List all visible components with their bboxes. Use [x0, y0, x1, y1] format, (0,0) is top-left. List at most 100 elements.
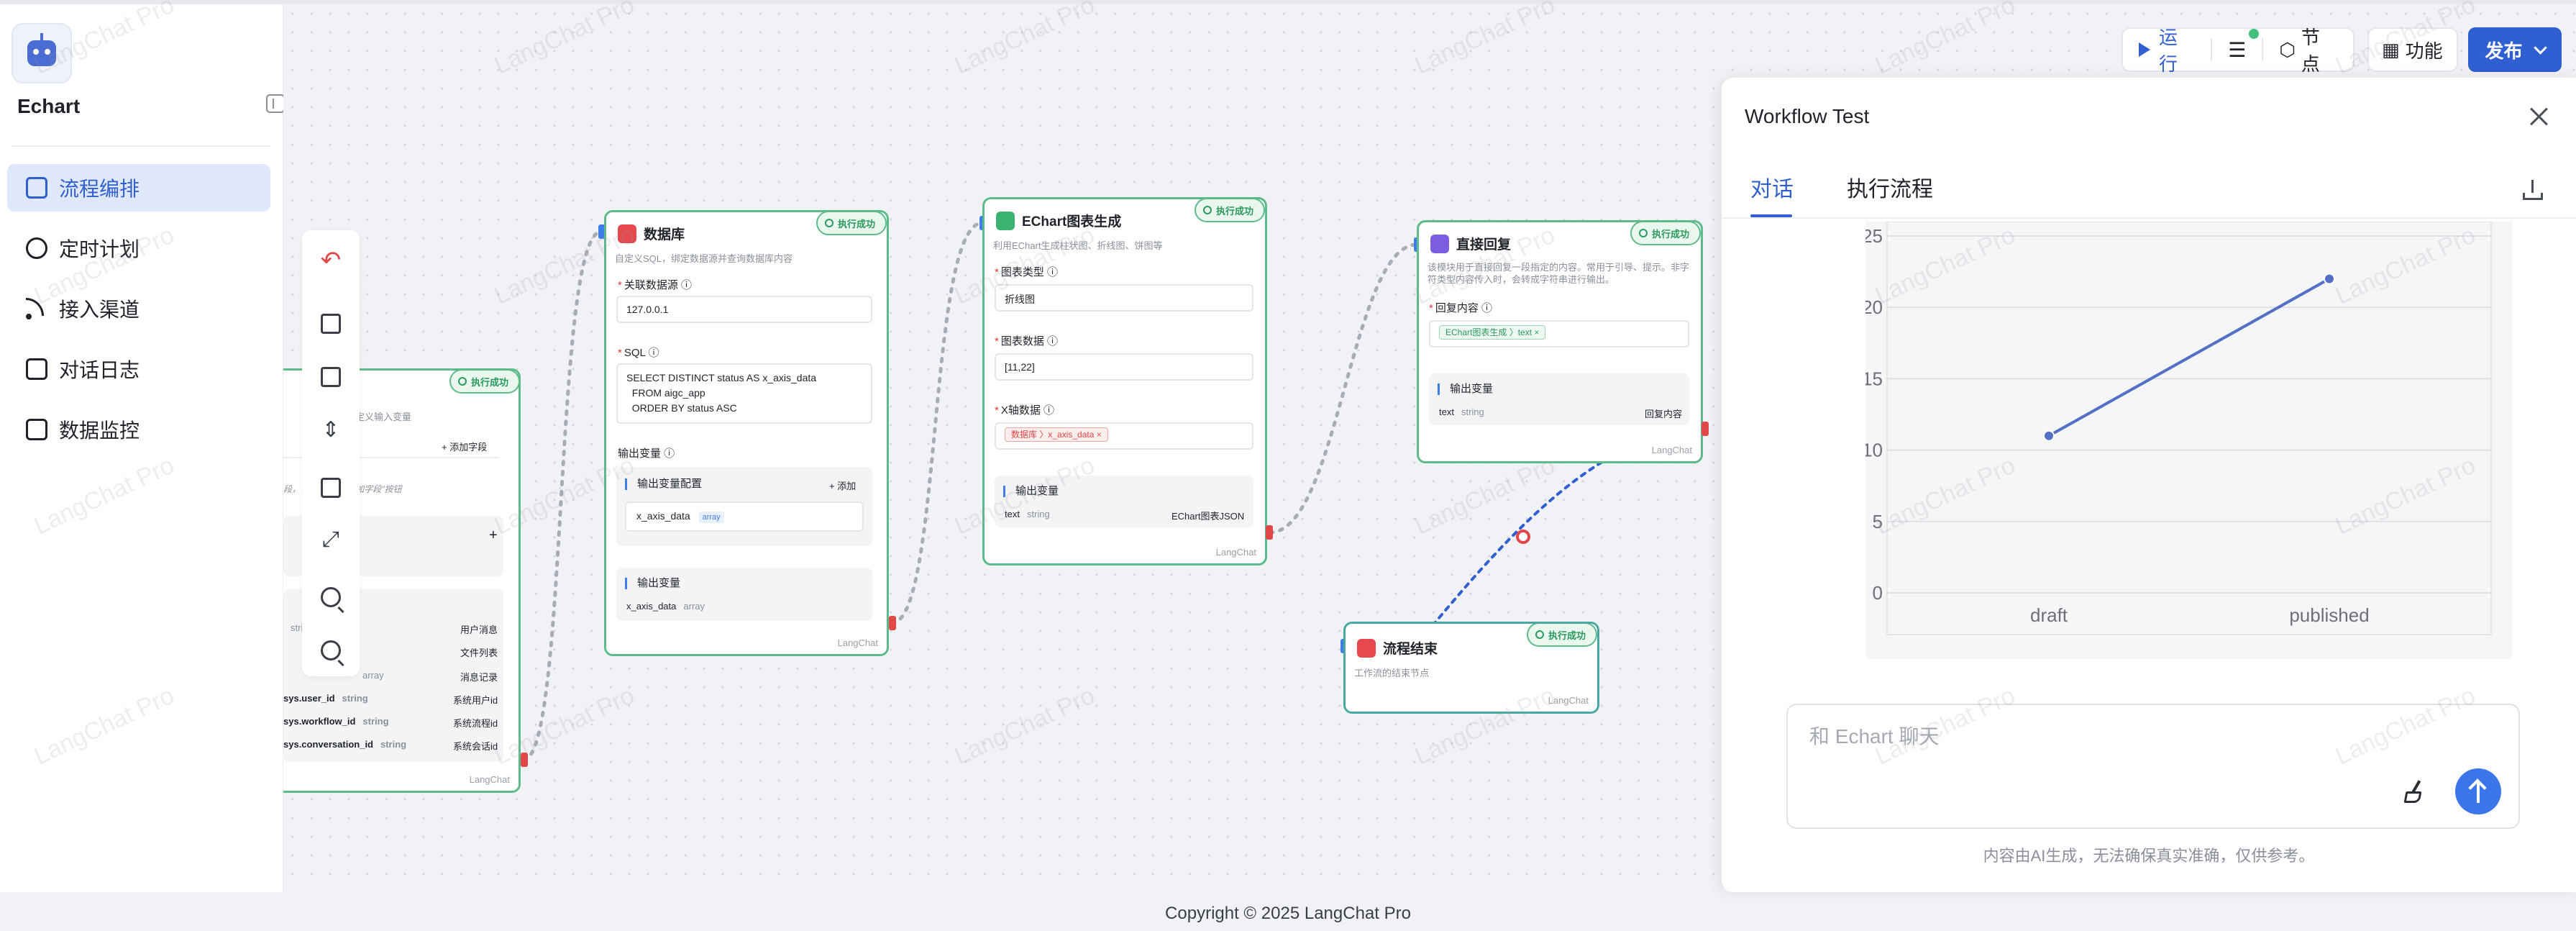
- sidebar-item-label: 接入渠道: [59, 299, 140, 321]
- align-icon[interactable]: ⇕: [318, 417, 344, 443]
- zoom-in-icon[interactable]: [321, 587, 341, 607]
- echart-output-desc: EChart图表JSON: [1171, 511, 1245, 522]
- sql-label: * SQL ⓘ: [618, 347, 659, 359]
- reply-desc-line: 该模块用于直接回复一段指定的内容。常用于引导、提示。非字: [1428, 262, 1690, 273]
- chat-input-placeholder: 和 Echart 聊天: [1809, 725, 1940, 748]
- reply-node-desc: 该模块用于直接回复一段指定的内容。常用于引导、提示。非字 符类型内容传入时，会转…: [1428, 261, 1689, 286]
- output-var-type-badge: array: [698, 512, 724, 523]
- sidebar-item-label: 定时计划: [59, 238, 140, 260]
- sql-line: ORDER BY status ASC: [626, 402, 737, 414]
- reply-node[interactable]: 执行成功 直接回复 该模块用于直接回复一段指定的内容。常用于引导、提示。非字 符…: [1417, 220, 1703, 463]
- start-var-desc: 用户消息: [460, 625, 498, 635]
- stop-icon: [1357, 638, 1376, 658]
- output-var-row[interactable]: x_axis_data array: [625, 501, 864, 532]
- fit-view-icon[interactable]: [321, 478, 341, 498]
- database-node-title-row: 数据库: [618, 224, 685, 243]
- add-output-var-button[interactable]: + 添加: [829, 478, 856, 492]
- status-dot: [2249, 29, 2259, 39]
- reply-content-input[interactable]: EChart图表生成 〉text ×: [1429, 320, 1689, 348]
- chart-type-select[interactable]: 折线图: [995, 284, 1253, 312]
- sidebar-item-monitor[interactable]: 数据监控: [7, 406, 270, 453]
- x-axis-var-tag[interactable]: 数据库 〉x_axis_data ×: [1005, 427, 1108, 442]
- chart-frame: [1886, 221, 2492, 635]
- start-var-desc: 系统用户id: [453, 695, 498, 706]
- reply-node-output-port[interactable]: [1702, 422, 1709, 436]
- y-tick-label: 10: [1865, 440, 1883, 461]
- x-axis-label: * X轴数据 ⓘ: [995, 404, 1055, 417]
- start-node-plus-icon[interactable]: +: [489, 527, 498, 544]
- workflow-icon: [26, 177, 47, 199]
- sql-editor[interactable]: SELECT DISTINCT status AS x_axis_data FR…: [616, 363, 872, 424]
- tab-chat[interactable]: 对话: [1750, 171, 1794, 217]
- download-icon[interactable]: [2523, 180, 2543, 200]
- sql-line: SELECT DISTINCT status AS x_axis_data: [626, 372, 817, 383]
- chart-data-input[interactable]: [11,22]: [995, 353, 1253, 381]
- sidebar-item-channels[interactable]: 接入渠道: [7, 285, 270, 332]
- panel-title: Workflow Test: [1745, 105, 1870, 127]
- echart-output-row: text string: [1005, 509, 1050, 519]
- start-var-row: sys.conversation_id string: [283, 739, 407, 750]
- database-node-desc: 自定义SQL，绑定数据源并查询数据库内容: [615, 253, 793, 264]
- clear-history-icon[interactable]: [2403, 780, 2425, 804]
- database-node-output-port[interactable]: [889, 616, 896, 630]
- start-var-desc: 系统流程id: [453, 718, 498, 729]
- sidebar-item-schedule[interactable]: 定时计划: [7, 224, 270, 272]
- start-node-output-port[interactable]: [521, 753, 528, 767]
- undo-icon[interactable]: ↶: [318, 247, 344, 273]
- sidebar-nav: 流程编排 定时计划 接入渠道 对话日志 数据监控: [7, 164, 270, 466]
- sql-line: FROM aigc_app: [626, 387, 705, 399]
- zoom-out-icon[interactable]: [321, 640, 341, 660]
- run-toolbar: 运行 ☰ ⬡ 节点: [2121, 27, 2355, 75]
- end-node-title-row: 流程结束: [1357, 638, 1438, 658]
- echart-node-title-row: EChart图表生成: [996, 211, 1121, 230]
- echart-node-output-port[interactable]: [1266, 525, 1273, 540]
- data-point[interactable]: [2324, 273, 2335, 285]
- ai-disclaimer: 内容由AI生成，无法确保真实准确，仅供参考。: [1983, 847, 2315, 865]
- start-node-add-field-button[interactable]: + 添加字段: [442, 440, 487, 453]
- x-tick-label: published: [2289, 604, 2369, 626]
- y-tick-label: 20: [1865, 296, 1883, 318]
- run-button[interactable]: 运行: [2123, 27, 2211, 75]
- import-icon[interactable]: [321, 314, 341, 334]
- nodes-button[interactable]: ⬡ 节点: [2263, 27, 2353, 75]
- start-var-desc: 消息记录: [460, 672, 498, 683]
- reply-output-section: 输出变量 text string 回复内容: [1429, 373, 1689, 425]
- apps-icon: ▦: [2382, 38, 2400, 60]
- canvas-toolbar: ↶ ⇕ ⤢: [302, 230, 360, 676]
- tab-execution-flow[interactable]: 执行流程: [1847, 171, 1933, 217]
- end-node-desc: 工作流的结束节点: [1354, 668, 1430, 678]
- layout-icon[interactable]: [321, 367, 341, 387]
- database-node-footer: LangChat: [837, 637, 878, 648]
- sidebar-item-workflow[interactable]: 流程编排: [7, 164, 270, 212]
- sidebar-item-logs[interactable]: 对话日志: [7, 345, 270, 393]
- start-var-row: sys.workflow_id string: [283, 716, 389, 727]
- sidebar-item-label: 流程编排: [59, 178, 140, 200]
- reply-var-tag[interactable]: EChart图表生成 〉text ×: [1439, 325, 1546, 340]
- data-point[interactable]: [2043, 430, 2055, 442]
- send-button[interactable]: [2455, 768, 2501, 814]
- echart-output-section: 输出变量 text string EChart图表JSON: [995, 476, 1253, 527]
- sidebar-collapse-icon[interactable]: [266, 94, 285, 113]
- datasource-select[interactable]: 127.0.0.1: [616, 296, 872, 323]
- features-button[interactable]: ▦ 功能: [2369, 29, 2456, 71]
- expand-icon[interactable]: ⤢: [318, 527, 344, 553]
- y-tick-label: 25: [1865, 225, 1883, 247]
- reply-node-status-badge: 执行成功: [1630, 222, 1701, 245]
- echart-node[interactable]: 执行成功 EChart图表生成 利用EChart生成柱状图、折线图、饼图等 * 图…: [982, 197, 1267, 566]
- echart-node-title: EChart图表生成: [1022, 214, 1122, 230]
- copyright: Copyright © 2025 LangChat Pro: [1165, 904, 1411, 923]
- chat-input[interactable]: 和 Echart 聊天: [1786, 704, 2520, 829]
- echart-output-title: 输出变量: [1003, 486, 1059, 497]
- publish-button[interactable]: 发布: [2468, 27, 2562, 72]
- chart-data-label: * 图表数据 ⓘ: [995, 335, 1059, 348]
- output-section: 输出变量 x_axis_data array: [616, 568, 872, 621]
- panel-tabs: 对话 执行流程: [1750, 171, 1986, 217]
- clock-icon: [26, 237, 47, 259]
- start-node-desc: 定义输入变量: [355, 412, 412, 422]
- close-icon[interactable]: [2527, 105, 2550, 128]
- x-axis-input[interactable]: 数据库 〉x_axis_data ×: [995, 422, 1253, 450]
- end-node[interactable]: 执行成功 流程结束 工作流的结束节点 LangChat: [1343, 622, 1599, 714]
- reply-icon: [1430, 234, 1449, 253]
- database-node[interactable]: 执行成功 数据库 自定义SQL，绑定数据源并查询数据库内容 * 关联数据源 ⓘ 1…: [604, 210, 889, 656]
- chevron-down-icon: [2533, 40, 2547, 55]
